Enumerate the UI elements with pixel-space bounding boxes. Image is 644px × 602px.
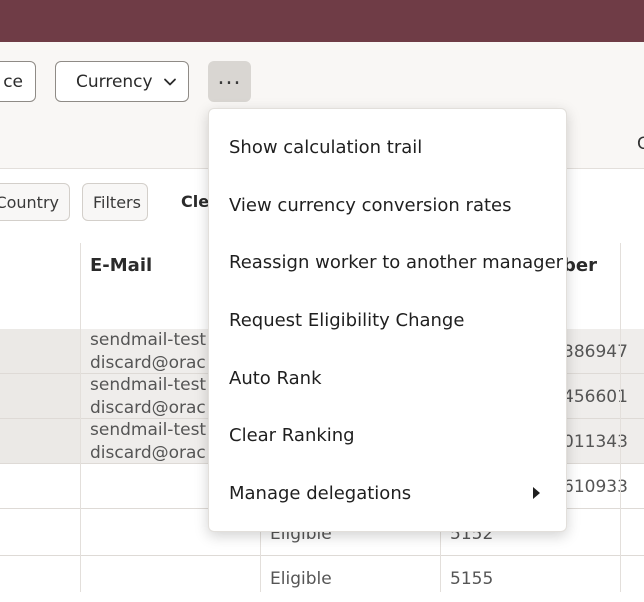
chevron-down-icon [163,78,176,85]
currency-dropdown-button[interactable]: Currency [55,61,189,102]
menu-item-label: Show calculation trail [229,137,423,159]
brand-header-bar [0,0,644,42]
toolbar-partial-button[interactable]: ce [0,61,36,102]
menu-item-clear-ranking[interactable]: Clear Ranking [209,407,566,465]
id-cell: 5155 [450,569,494,589]
filters-button[interactable]: Filters [82,183,148,221]
number-cell: 456601 [563,387,628,407]
column-header-email[interactable]: E-Mail [90,255,152,276]
menu-item-reassign-worker[interactable]: Reassign worker to another manager [209,234,566,292]
menu-item-label: Auto Rank [229,367,322,389]
ellipsis-icon: ... [217,64,242,90]
number-cell: 011343 [563,432,628,452]
submenu-arrow-icon [533,487,540,500]
menu-item-show-calculation-trail[interactable]: Show calculation trail [209,119,566,177]
email-cell: sendmail-test discard@orac [90,420,207,463]
toolbar-partial-button-label: ce [3,71,23,92]
more-actions-button[interactable]: ... [208,61,251,102]
menu-item-label: Request Eligibility Change [229,310,465,332]
column-divider [620,243,621,592]
column-divider [80,243,81,592]
menu-item-auto-rank[interactable]: Auto Rank [209,349,566,407]
table-row[interactable]: Eligible 5155 [0,557,644,602]
currency-dropdown-label: Currency [76,71,153,92]
country-filter-label: Country [0,192,59,212]
menu-item-manage-delegations[interactable]: Manage delegations [209,465,566,523]
menu-item-label: View currency conversion rates [229,194,512,216]
menu-item-label: Manage delegations [229,482,412,504]
more-actions-menu: Show calculation trail View currency con… [208,108,567,532]
menu-item-view-currency-conversion-rates[interactable]: View currency conversion rates [209,177,566,235]
menu-item-label: Clear Ranking [229,425,355,447]
menu-item-label: Reassign worker to another manager [229,252,564,274]
column-header-number[interactable]: ber [563,255,597,276]
email-cell: sendmail-test discard@orac [90,375,207,418]
menu-item-request-eligibility-change[interactable]: Request Eligibility Change [209,292,566,350]
number-cell: 386947 [563,342,628,362]
country-filter-chip[interactable]: Country [0,183,70,221]
number-cell: 610933 [563,477,628,497]
email-cell: sendmail-test discard@orac [90,330,207,373]
subheader-edge-text: C [637,134,644,154]
filters-button-label: Filters [93,192,141,212]
eligibility-cell: Eligible [270,569,332,589]
